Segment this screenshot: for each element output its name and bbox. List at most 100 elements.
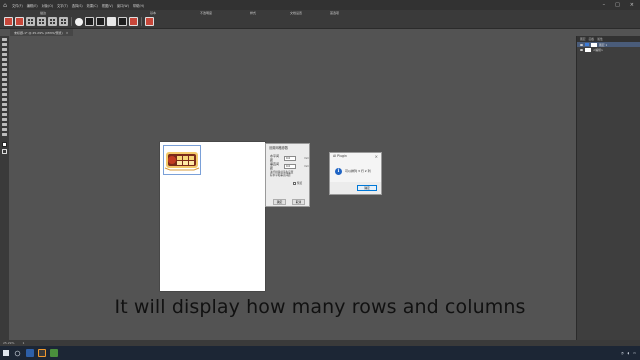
vertical-spacing-input[interactable]: 0.0 xyxy=(283,163,296,169)
dark-tool-2-icon[interactable] xyxy=(96,17,105,26)
artboard-number[interactable]: 1 xyxy=(22,341,24,345)
shape-builder-tool-icon[interactable] xyxy=(2,103,7,106)
eraser-tool-icon[interactable] xyxy=(2,83,7,86)
brush-basic-label[interactable]: 基本 xyxy=(150,11,156,15)
grid-tool-4-icon[interactable] xyxy=(59,17,68,26)
menu-help[interactable]: 帮助(H) xyxy=(131,3,146,8)
grid-cancel-button[interactable]: 取消 xyxy=(292,199,305,205)
layer-color-swatch xyxy=(585,43,589,46)
menu-edit[interactable]: 编辑(E) xyxy=(25,3,40,8)
brush-tool-icon[interactable] xyxy=(2,73,7,76)
menu-window[interactable]: 窗口(W) xyxy=(115,3,131,8)
hand-tool-icon[interactable] xyxy=(2,128,7,131)
selection-tool-icon[interactable] xyxy=(2,38,7,41)
tab-artboards[interactable]: 画板 xyxy=(589,37,595,41)
plugin-tool-1-icon[interactable] xyxy=(4,17,13,26)
plugin-tool-4-icon[interactable] xyxy=(145,17,154,26)
plugin-dialog-titlebar[interactable]: AI Plugin × xyxy=(330,153,381,159)
blend-tool-icon[interactable] xyxy=(2,118,7,121)
horizontal-spacing-input[interactable]: 0.0 xyxy=(283,155,296,161)
fill-swatch-icon[interactable] xyxy=(2,142,7,147)
style-label[interactable]: 样式 xyxy=(250,11,256,15)
close-icon[interactable]: × xyxy=(375,154,378,159)
scale-tool-icon[interactable] xyxy=(2,93,7,96)
plugin-ok-button[interactable]: 确定 xyxy=(357,185,377,191)
pen-tool-icon[interactable] xyxy=(2,53,7,56)
grid-tool-3-icon[interactable] xyxy=(48,17,57,26)
line-tool-icon[interactable] xyxy=(2,63,7,66)
rotate-tool-icon[interactable] xyxy=(2,88,7,91)
window-controls: – □ × xyxy=(603,2,640,8)
grid-tool-2-icon[interactable] xyxy=(37,17,46,26)
zoom-level[interactable]: 25.29% xyxy=(3,341,14,345)
preview-checkbox-label: 预览 xyxy=(297,182,303,185)
minimize-icon[interactable]: – xyxy=(603,2,606,8)
illustrator-app-icon[interactable] xyxy=(38,349,46,357)
horizontal-spacing-row: 水平间距 0.0 mm xyxy=(270,154,309,162)
visibility-eye-icon[interactable] xyxy=(580,48,583,51)
windows-start-icon[interactable] xyxy=(3,350,9,356)
grid-settings-dialog: 设置网格参数 水平间距 0.0 mm 垂直间距 0.0 mm 进行排版前请先设置… xyxy=(265,143,310,207)
selected-artwork[interactable] xyxy=(163,145,201,175)
preview-checkbox[interactable] xyxy=(293,181,296,185)
eyedropper-tool-icon[interactable] xyxy=(2,113,7,116)
menu-select[interactable]: 选择(S) xyxy=(70,3,85,8)
search-icon[interactable] xyxy=(14,350,21,356)
network-icon[interactable]: ◔ xyxy=(621,351,624,355)
tab-close-icon[interactable]: × xyxy=(66,31,69,35)
menu-effect[interactable]: 效果(C) xyxy=(85,3,100,8)
light-tool-icon[interactable] xyxy=(107,17,116,26)
taskbar-app-icon[interactable] xyxy=(26,349,34,357)
plugin-tool-2-icon[interactable] xyxy=(15,17,24,26)
menu-type[interactable]: 文字(T) xyxy=(55,3,70,8)
document-setup-button[interactable]: 文档设置 xyxy=(290,11,302,15)
grid-tool-1-icon[interactable] xyxy=(26,17,35,26)
artboard-tool-icon[interactable] xyxy=(2,123,7,126)
direct-selection-tool-icon[interactable] xyxy=(2,43,7,46)
stroke-swatch-icon[interactable] xyxy=(2,149,7,154)
gradient-tool-icon[interactable] xyxy=(2,108,7,111)
grid-dialog-description: 进行排版前请先设置好水平和垂直间距 xyxy=(270,171,294,178)
menu-object[interactable]: 对象(O) xyxy=(40,3,55,8)
stroke-label[interactable]: 描边 xyxy=(40,11,46,15)
grid-ok-button[interactable]: 确定 xyxy=(273,199,286,205)
grid-dialog-title: 设置网格参数 xyxy=(269,145,289,150)
artboard[interactable] xyxy=(160,142,265,291)
circle-tool-icon[interactable] xyxy=(75,17,83,26)
sublayer-thumbnail xyxy=(585,47,591,52)
close-icon[interactable]: × xyxy=(630,2,634,8)
dark-tool-3-icon[interactable] xyxy=(118,17,127,26)
document-tab-title: 未标题-1* @ 25.29% (CMYK/预览) xyxy=(14,30,63,35)
preferences-button[interactable]: 首选项 xyxy=(330,11,339,15)
menu-view[interactable]: 视图(V) xyxy=(100,3,115,8)
dark-tool-1-icon[interactable] xyxy=(85,17,94,26)
zoom-tool-icon[interactable] xyxy=(2,133,7,136)
volume-icon[interactable]: ◖ xyxy=(628,351,630,355)
plugin-toolbar xyxy=(4,17,154,26)
preview-checkbox-row[interactable]: 预览 xyxy=(293,181,302,185)
grid-dialog-titlebar[interactable]: 设置网格参数 xyxy=(266,144,309,150)
menu-bar: ⌂ 文件(F) 编辑(E) 对象(O) 文字(T) 选择(S) 效果(C) 视图… xyxy=(0,0,640,10)
type-tool-icon[interactable] xyxy=(2,58,7,61)
pencil-tool-icon[interactable] xyxy=(2,78,7,81)
tab-layers[interactable]: 图层 xyxy=(580,37,586,41)
notification-icon[interactable]: ▭ xyxy=(633,351,636,355)
plugin-message-text: 可以排列 3 行 2 列 xyxy=(345,169,371,173)
plugin-tool-3-icon[interactable] xyxy=(129,17,138,26)
rectangle-tool-icon[interactable] xyxy=(2,68,7,71)
artwork-graphic xyxy=(164,152,200,171)
width-tool-icon[interactable] xyxy=(2,98,7,101)
visibility-eye-icon[interactable] xyxy=(580,43,583,46)
opacity-label[interactable]: 不透明度 xyxy=(200,11,212,15)
magic-wand-tool-icon[interactable] xyxy=(2,48,7,51)
home-icon[interactable]: ⌂ xyxy=(0,0,10,10)
sublayer-name: <编组> xyxy=(593,47,604,52)
taskbar-app-icon[interactable] xyxy=(50,349,58,357)
document-tab[interactable]: 未标题-1* @ 25.29% (CMYK/预览) × xyxy=(10,29,73,36)
sublayer-row[interactable]: <编组> xyxy=(577,47,640,52)
maximize-icon[interactable]: □ xyxy=(615,2,620,8)
tab-properties[interactable]: 属性 xyxy=(597,37,603,41)
taskbar: ◔ ◖ ▭ xyxy=(0,346,640,360)
menu-file[interactable]: 文件(F) xyxy=(10,3,25,8)
layer-thumbnail xyxy=(591,42,597,47)
